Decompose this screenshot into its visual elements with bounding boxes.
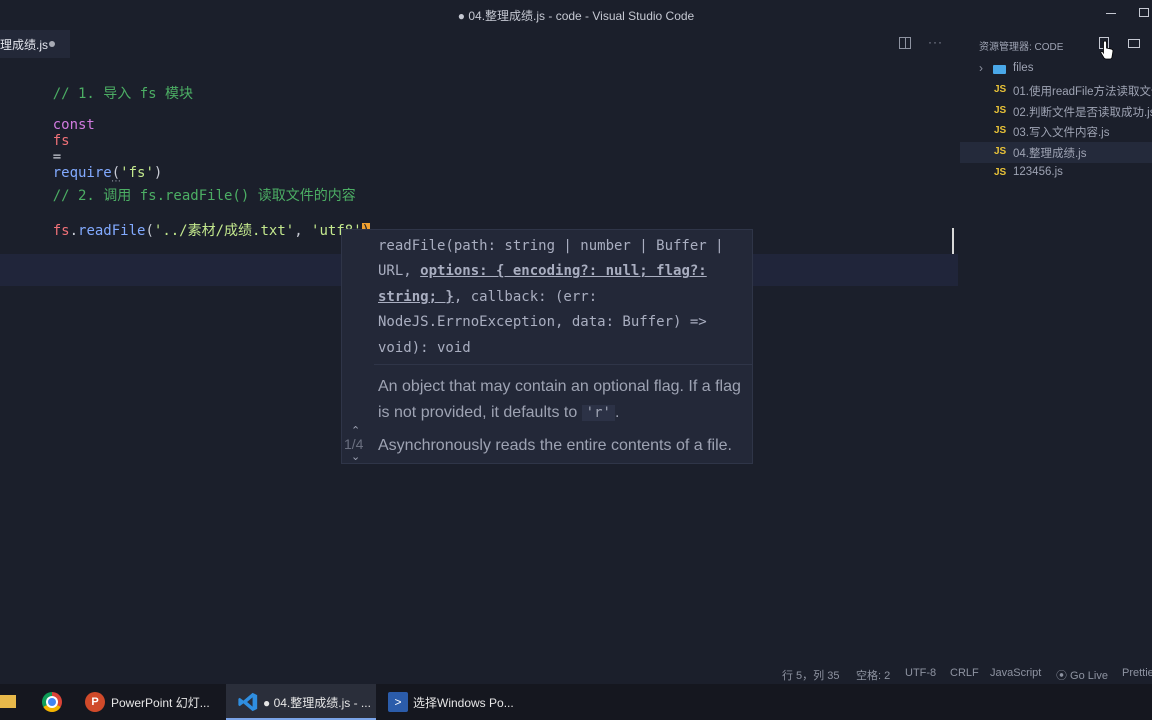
tree-file-123456[interactable]: JS 123456.js <box>960 163 1152 184</box>
taskbar-powershell[interactable]: > 选择Windows Po... <box>382 684 522 720</box>
tree-item-label: 02.判断文件是否读取成功.js <box>1013 107 1152 119</box>
taskbar-label: 选择Windows Po... <box>413 696 514 710</box>
editor-tab[interactable]: 理成绩.js <box>0 30 70 58</box>
tree-file-04[interactable]: JS 04.整理成绩.js <box>960 142 1152 163</box>
tree-file-02[interactable]: JS 02.判断文件是否读取成功.js <box>960 101 1152 122</box>
tree-item-label: 03.写入文件内容.js <box>1013 127 1110 139</box>
taskbar: P PowerPoint 幻灯... ● 04.整理成绩.js - ... > … <box>0 684 1152 720</box>
more-actions-icon[interactable]: ··· <box>928 35 943 49</box>
keyword-const: const <box>52 117 95 133</box>
function-signature: readFile(path: string | number | Buffer … <box>378 234 738 361</box>
doc-text: . <box>614 403 620 421</box>
language-mode[interactable]: JavaScript <box>990 667 1041 679</box>
text-cursor-icon <box>948 228 958 254</box>
tree-folder-files[interactable]: › files <box>960 59 1152 80</box>
powershell-icon: > <box>388 692 408 712</box>
dot: . <box>69 223 79 239</box>
status-bar: 行 5，列 35 空格: 2 UTF-8 CRLF JavaScript ⦿ G… <box>0 662 1152 686</box>
tree-item-label: files <box>1013 62 1034 74</box>
parameter-doc: An object that may contain an optional f… <box>378 374 748 426</box>
folder-icon <box>993 65 1006 74</box>
tab-label: 理成绩.js <box>0 38 49 52</box>
window-title: ● 04.整理成绩.js - code - Visual Studio Code <box>457 9 695 23</box>
file-explorer-icon[interactable] <box>0 695 16 708</box>
divider <box>374 364 752 365</box>
unsaved-dot-icon[interactable] <box>49 41 55 47</box>
doc-text: An object that may contain an optional f… <box>378 378 741 421</box>
comment-text: // 1. 导入 fs 模块 <box>52 86 194 102</box>
chrome-icon[interactable] <box>42 692 62 712</box>
prettier-status[interactable]: Prettier <box>1122 667 1152 679</box>
parameter-hint-popup[interactable]: readFile(path: string | number | Buffer … <box>341 229 753 464</box>
explorer-title: 资源管理器: CODE <box>979 42 1064 53</box>
js-file-icon: JS <box>994 125 1007 136</box>
taskbar-label: PowerPoint 幻灯... <box>111 696 210 710</box>
js-file-icon: JS <box>994 84 1007 95</box>
comment-text: // 2. 调用 fs.readFile() 读取文件的内容 <box>52 188 356 204</box>
hand-cursor-icon <box>1100 40 1114 60</box>
js-file-icon: JS <box>994 146 1007 157</box>
taskbar-label: ● 04.整理成绩.js - ... <box>263 696 371 710</box>
string-path: '../素材/成绩.txt' <box>153 223 295 239</box>
maximize-icon[interactable] <box>1139 8 1149 17</box>
new-folder-icon[interactable] <box>1128 39 1140 48</box>
split-editor-icon[interactable] <box>899 37 911 49</box>
tree-file-03[interactable]: JS 03.写入文件内容.js <box>960 121 1152 142</box>
js-file-icon: JS <box>994 105 1007 116</box>
go-live-button[interactable]: ⦿ Go Live <box>1056 667 1108 683</box>
taskbar-powerpoint[interactable]: P PowerPoint 幻灯... <box>80 684 220 720</box>
code-line-4: fs.readFile('../素材/成绩.txt', 'utf8') <box>19 204 371 256</box>
title-bar: ● 04.整理成绩.js - code - Visual Studio Code <box>0 0 1152 28</box>
comma: , <box>294 223 312 239</box>
end-of-line[interactable]: CRLF <box>950 667 979 679</box>
powerpoint-icon: P <box>85 692 105 712</box>
tree-file-01[interactable]: JS 01.使用readFile方法读取文件 <box>960 80 1152 101</box>
function-readfile: readFile <box>78 223 146 239</box>
function-doc: Asynchronously reads the entire contents… <box>378 437 732 454</box>
open-paren: ( <box>145 223 154 239</box>
variable-fs: fs <box>52 133 70 149</box>
indentation[interactable]: 空格: 2 <box>856 667 890 683</box>
variable-fs: fs <box>52 223 70 239</box>
operator-equals: = <box>52 149 62 165</box>
taskbar-vscode[interactable]: ● 04.整理成绩.js - ... <box>226 684 376 720</box>
cursor-position[interactable]: 行 5，列 35 <box>782 667 839 683</box>
explorer-panel: 资源管理器: CODE › files JS 01.使用readFile方法读取… <box>960 30 1152 662</box>
tree-item-label: 01.使用readFile方法读取文件 <box>1013 86 1152 98</box>
tree-item-label: 123456.js <box>1013 166 1063 178</box>
vscode-icon <box>238 692 258 712</box>
tree-item-label: 04.整理成绩.js <box>1013 148 1087 160</box>
js-file-icon: JS <box>994 167 1007 178</box>
file-encoding[interactable]: UTF-8 <box>905 667 936 679</box>
next-overload-icon[interactable]: ⌄ <box>351 450 360 463</box>
inline-code: 'r' <box>581 404 615 421</box>
chevron-right-icon: › <box>979 61 983 75</box>
minimize-icon[interactable] <box>1106 13 1116 14</box>
